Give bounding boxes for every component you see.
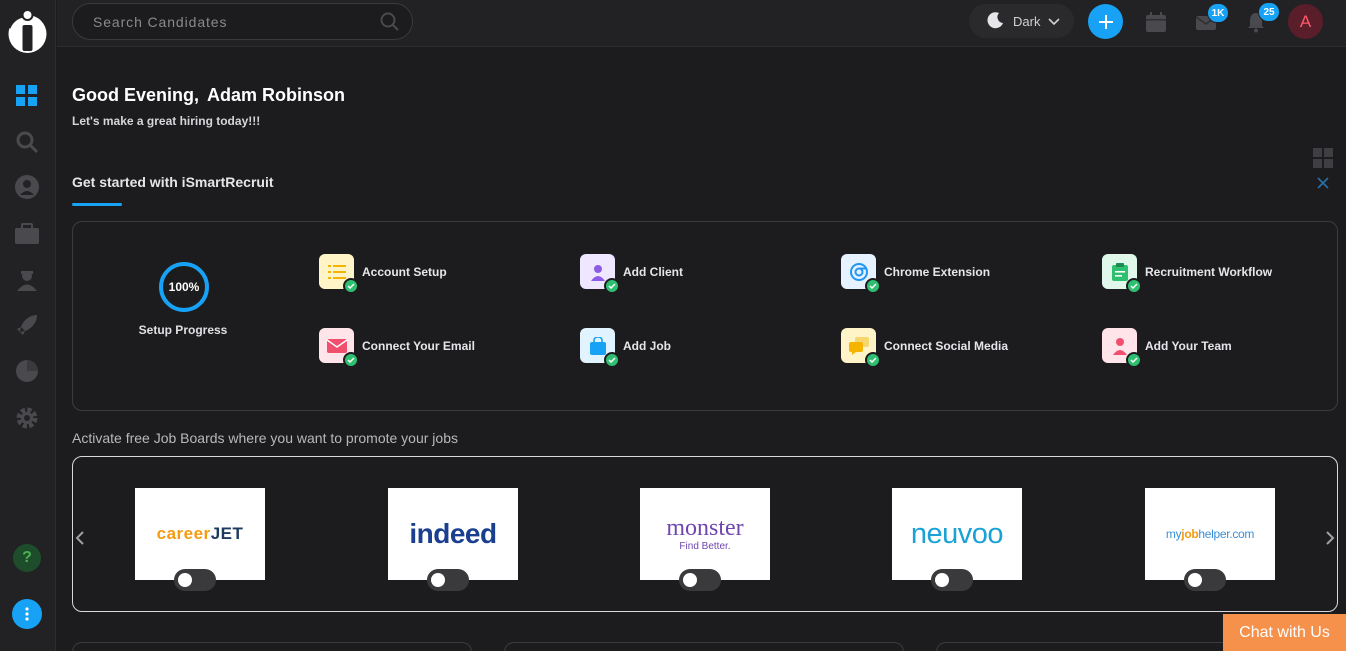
setup-progress-ring: 100% xyxy=(159,262,209,312)
tab-get-started[interactable]: Get started with iSmartRecruit xyxy=(72,174,274,190)
jobs-briefcase-icon[interactable] xyxy=(14,221,40,247)
chrome-icon xyxy=(841,254,881,294)
top-bar: Search Candidates Dark 1K 25 A xyxy=(57,0,1346,47)
settings-gear-icon[interactable] xyxy=(14,405,40,431)
bottom-widget-card xyxy=(504,642,904,651)
more-vertical-icon[interactable] xyxy=(12,599,42,629)
greeting-subtitle: Let's make a great hiring today!!! xyxy=(72,114,261,128)
task-add-client[interactable]: Add Client xyxy=(580,254,683,294)
check-icon xyxy=(343,352,359,368)
candidates-icon[interactable] xyxy=(14,174,40,200)
plus-icon xyxy=(1098,14,1113,29)
indeed-logo: indeed xyxy=(388,488,518,580)
task-connect-social-media[interactable]: Connect Social Media xyxy=(841,328,1009,368)
monster-toggle[interactable] xyxy=(679,569,721,591)
check-icon xyxy=(865,352,881,368)
help-icon[interactable]: ? xyxy=(13,544,41,572)
contacts-agent-icon[interactable] xyxy=(14,267,40,293)
check-icon xyxy=(343,278,359,294)
careerjet-toggle[interactable] xyxy=(174,569,216,591)
theme-toggle[interactable]: Dark xyxy=(969,4,1074,38)
search-placeholder: Search Candidates xyxy=(93,14,228,30)
careerjet-logo: careerJET xyxy=(135,488,265,580)
check-icon xyxy=(1126,278,1142,294)
setup-progress-card: 100% Setup Progress Account Setup Add Cl… xyxy=(72,221,1338,411)
setup-progress-label: Setup Progress xyxy=(138,323,228,337)
search-icon[interactable] xyxy=(380,12,400,37)
calendar-icon[interactable] xyxy=(1145,11,1167,33)
reports-pie-icon[interactable] xyxy=(14,358,40,384)
email-envelope-icon xyxy=(319,328,359,368)
task-label: Add Job xyxy=(623,338,671,353)
myjobhelper-logo: myjobhelper.com xyxy=(1145,488,1275,580)
task-label: Recruitment Workflow xyxy=(1145,264,1273,279)
chat-bubbles-icon xyxy=(841,328,881,368)
task-account-setup[interactable]: Account Setup xyxy=(319,254,447,294)
sidebar: ? xyxy=(0,0,56,651)
theme-label: Dark xyxy=(1013,13,1041,29)
chevron-left-icon[interactable] xyxy=(75,531,85,550)
job-boards-title: Activate free Job Boards where you want … xyxy=(72,430,458,446)
search-icon[interactable] xyxy=(14,129,40,155)
rocket-icon[interactable] xyxy=(14,312,40,338)
list-icon xyxy=(319,254,359,294)
check-icon xyxy=(604,278,620,294)
mail-badge: 1K xyxy=(1207,3,1229,23)
clipboard-icon xyxy=(1102,254,1142,294)
moon-icon xyxy=(987,11,1005,32)
app-logo[interactable] xyxy=(7,6,48,54)
tab-active-indicator xyxy=(72,203,122,206)
check-icon xyxy=(604,352,620,368)
chevron-down-icon xyxy=(1048,14,1061,29)
neuvoo-logo: neuvoo xyxy=(892,488,1022,580)
dashboard-icon[interactable] xyxy=(14,83,40,109)
task-label: Account Setup xyxy=(362,264,447,279)
myjobhelper-toggle[interactable] xyxy=(1184,569,1226,591)
bottom-widget-card xyxy=(72,642,472,651)
widgets-grid-icon[interactable] xyxy=(1313,148,1333,173)
user-name: Adam Robinson xyxy=(207,85,346,105)
close-icon[interactable] xyxy=(1317,176,1329,194)
task-label: Add Client xyxy=(623,264,683,279)
team-user-icon xyxy=(1102,328,1142,368)
task-label: Chrome Extension xyxy=(884,264,991,279)
task-label: Connect Social Media xyxy=(884,338,1009,353)
task-connect-email[interactable]: Connect Your Email xyxy=(319,328,475,368)
chevron-right-icon[interactable] xyxy=(1325,531,1335,550)
indeed-toggle[interactable] xyxy=(427,569,469,591)
task-chrome-extension[interactable]: Chrome Extension xyxy=(841,254,991,294)
search-input[interactable]: Search Candidates xyxy=(72,3,413,40)
check-icon xyxy=(865,278,881,294)
job-bag-icon xyxy=(580,328,620,368)
task-label: Connect Your Email xyxy=(362,338,475,353)
notification-badge: 25 xyxy=(1258,2,1280,22)
avatar[interactable]: A xyxy=(1288,4,1323,39)
add-new-button[interactable] xyxy=(1088,4,1123,39)
task-recruitment-workflow[interactable]: Recruitment Workflow xyxy=(1102,254,1273,294)
greeting: Good Evening, Adam Robinson xyxy=(72,85,345,106)
neuvoo-toggle[interactable] xyxy=(931,569,973,591)
client-user-icon xyxy=(580,254,620,294)
task-label: Add Your Team xyxy=(1145,338,1232,353)
task-add-job[interactable]: Add Job xyxy=(580,328,671,368)
task-add-team[interactable]: Add Your Team xyxy=(1102,328,1232,368)
job-boards-carousel: careerJET indeed monster Find Better. ne… xyxy=(72,456,1338,612)
check-icon xyxy=(1126,352,1142,368)
monster-logo: monster Find Better. xyxy=(640,488,770,580)
greeting-salutation: Good Evening, xyxy=(72,85,200,105)
chat-with-us-button[interactable]: Chat with Us xyxy=(1223,614,1346,651)
